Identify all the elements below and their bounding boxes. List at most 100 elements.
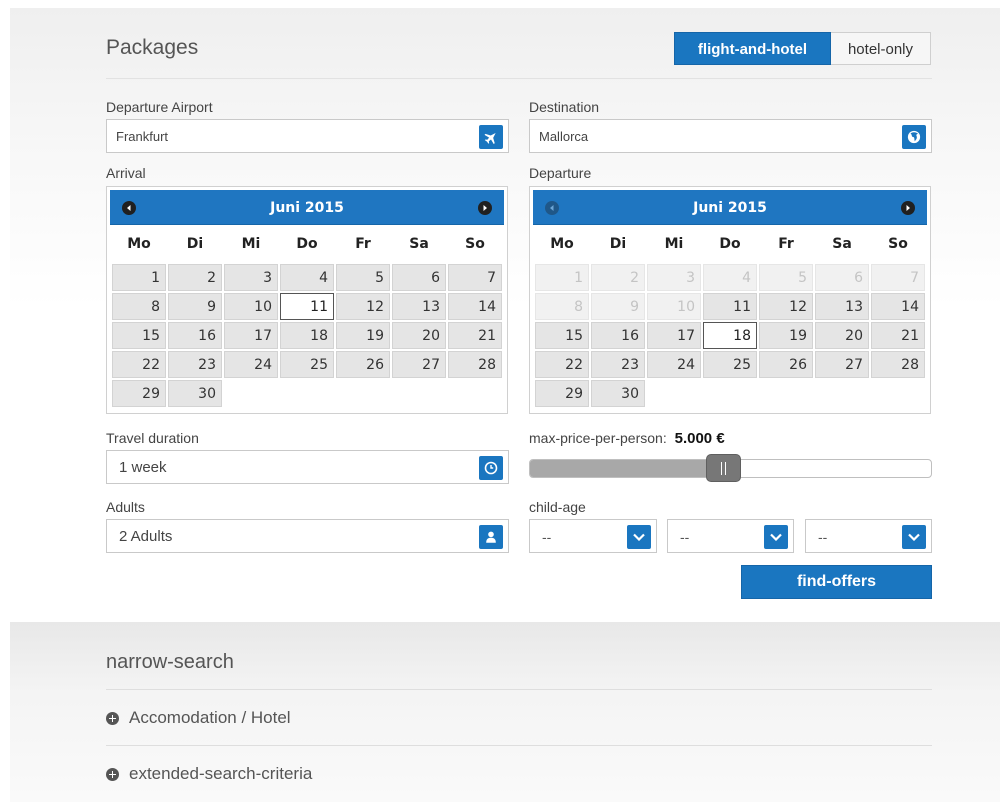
calendar-day[interactable]: 28 xyxy=(448,351,502,378)
calendar-day: 7 xyxy=(871,264,925,291)
calendar-day[interactable]: 20 xyxy=(392,322,446,349)
calendar-day[interactable]: 29 xyxy=(112,380,166,407)
child-age-value: -- xyxy=(542,529,552,545)
destination-label: Destination xyxy=(529,99,600,115)
accordion-accomodation-hotel[interactable]: Accomodation / Hotel xyxy=(106,708,291,728)
calendar-day[interactable]: 21 xyxy=(448,322,502,349)
calendar-day: 1 xyxy=(535,264,589,291)
travel-duration-label: Travel duration xyxy=(106,430,199,446)
calendar-day[interactable]: 16 xyxy=(168,322,222,349)
calendar-day[interactable]: 22 xyxy=(112,351,166,378)
calendar-day-selected[interactable]: 18 xyxy=(703,322,757,349)
calendar-day[interactable]: 23 xyxy=(591,351,645,378)
calendar-day[interactable]: 7 xyxy=(448,264,502,291)
calendar-day[interactable]: 20 xyxy=(815,322,869,349)
child-age-select-3[interactable]: -- xyxy=(805,519,932,553)
weekday-header: Fr xyxy=(355,236,371,252)
calendar-day[interactable]: 6 xyxy=(392,264,446,291)
child-age-select-2[interactable]: -- xyxy=(667,519,794,553)
max-price-row: max-price-per-person: 5.000 € xyxy=(529,430,725,447)
accordion-extended-search-criteria[interactable]: extended-search-criteria xyxy=(106,764,312,784)
calendar-header: Juni 2015 xyxy=(110,190,504,225)
clock-icon[interactable] xyxy=(479,456,503,480)
chevron-down-icon[interactable] xyxy=(627,525,651,549)
calendar-day[interactable]: 13 xyxy=(392,293,446,320)
calendar-day[interactable]: 21 xyxy=(871,322,925,349)
calendar-day[interactable]: 24 xyxy=(647,351,701,378)
calendar-day-selected[interactable]: 11 xyxy=(280,293,334,320)
calendar-day: 8 xyxy=(535,293,589,320)
calendar-day[interactable]: 25 xyxy=(280,351,334,378)
calendar-day[interactable]: 9 xyxy=(168,293,222,320)
calendar-day[interactable]: 18 xyxy=(280,322,334,349)
calendar-day[interactable]: 2 xyxy=(168,264,222,291)
calendar-day[interactable]: 1 xyxy=(112,264,166,291)
arrival-calendar: Juni 2015 Mo Di Mi Do Fr Sa So 1 2 3 4 5 6 7 8 9 10 11 12 1… xyxy=(106,186,508,414)
calendar-day[interactable]: 10 xyxy=(224,293,278,320)
airplane-icon[interactable] xyxy=(479,125,503,149)
departure-airport-label: Departure Airport xyxy=(106,99,213,115)
calendar-day[interactable]: 30 xyxy=(591,380,645,407)
calendar-day[interactable]: 3 xyxy=(224,264,278,291)
calendar-day: 9 xyxy=(591,293,645,320)
next-month-icon[interactable] xyxy=(478,201,492,215)
calendar-day[interactable]: 5 xyxy=(336,264,390,291)
calendar-day[interactable]: 27 xyxy=(392,351,446,378)
calendar-day[interactable]: 13 xyxy=(815,293,869,320)
calendar-day[interactable]: 12 xyxy=(759,293,813,320)
calendar-day[interactable]: 28 xyxy=(871,351,925,378)
calendar-day[interactable]: 24 xyxy=(224,351,278,378)
departure-airport-value: Frankfurt xyxy=(116,129,169,144)
calendar-day[interactable]: 11 xyxy=(703,293,757,320)
travel-duration-field[interactable]: 1 week xyxy=(106,450,509,484)
chevron-down-icon[interactable] xyxy=(764,525,788,549)
next-month-icon[interactable] xyxy=(901,201,915,215)
calendar-day[interactable]: 26 xyxy=(336,351,390,378)
calendar-day[interactable]: 17 xyxy=(647,322,701,349)
weekday-header: Mo xyxy=(127,236,151,252)
chevron-down-icon[interactable] xyxy=(902,525,926,549)
calendar-day[interactable]: 4 xyxy=(280,264,334,291)
arrival-label: Arrival xyxy=(106,165,146,181)
person-icon[interactable] xyxy=(479,525,503,549)
calendar-day[interactable]: 19 xyxy=(336,322,390,349)
slider-handle[interactable] xyxy=(706,454,741,482)
weekday-header: So xyxy=(888,236,908,252)
slider-fill xyxy=(530,460,725,477)
calendar-day[interactable]: 17 xyxy=(224,322,278,349)
calendar-day[interactable]: 29 xyxy=(535,380,589,407)
calendar-day[interactable]: 15 xyxy=(112,322,166,349)
calendar-day[interactable]: 30 xyxy=(168,380,222,407)
calendar-day[interactable]: 12 xyxy=(336,293,390,320)
weekday-header: Do xyxy=(296,236,318,252)
calendar-day[interactable]: 8 xyxy=(112,293,166,320)
accordion-label: extended-search-criteria xyxy=(129,764,313,783)
tab-hotel-only[interactable]: hotel-only xyxy=(831,32,931,65)
tab-flight-and-hotel[interactable]: flight-and-hotel xyxy=(674,32,831,65)
calendar-day[interactable]: 16 xyxy=(591,322,645,349)
weekday-header: Mi xyxy=(664,236,684,252)
adults-field[interactable]: 2 Adults xyxy=(106,519,509,553)
weekday-header: So xyxy=(465,236,485,252)
calendar-day[interactable]: 27 xyxy=(815,351,869,378)
departure-airport-field[interactable]: Frankfurt xyxy=(106,119,509,153)
calendar-day[interactable]: 26 xyxy=(759,351,813,378)
calendar-day[interactable]: 14 xyxy=(871,293,925,320)
calendar-day[interactable]: 14 xyxy=(448,293,502,320)
calendar-header: Juni 2015 xyxy=(533,190,927,225)
weekday-header: Fr xyxy=(778,236,794,252)
adults-label: Adults xyxy=(106,499,145,515)
max-price-value: 5.000 € xyxy=(674,430,725,447)
find-offers-button[interactable]: find-offers xyxy=(741,565,932,599)
child-age-select-1[interactable]: -- xyxy=(529,519,657,553)
destination-field[interactable]: Mallorca xyxy=(529,119,932,153)
destination-value: Mallorca xyxy=(539,129,589,144)
calendar-day[interactable]: 23 xyxy=(168,351,222,378)
weekday-header: Di xyxy=(609,236,627,252)
calendar-day[interactable]: 22 xyxy=(535,351,589,378)
calendar-day[interactable]: 19 xyxy=(759,322,813,349)
calendar-day[interactable]: 15 xyxy=(535,322,589,349)
narrow-search-title: narrow-search xyxy=(106,651,234,673)
globe-icon[interactable] xyxy=(902,125,926,149)
calendar-day[interactable]: 25 xyxy=(703,351,757,378)
